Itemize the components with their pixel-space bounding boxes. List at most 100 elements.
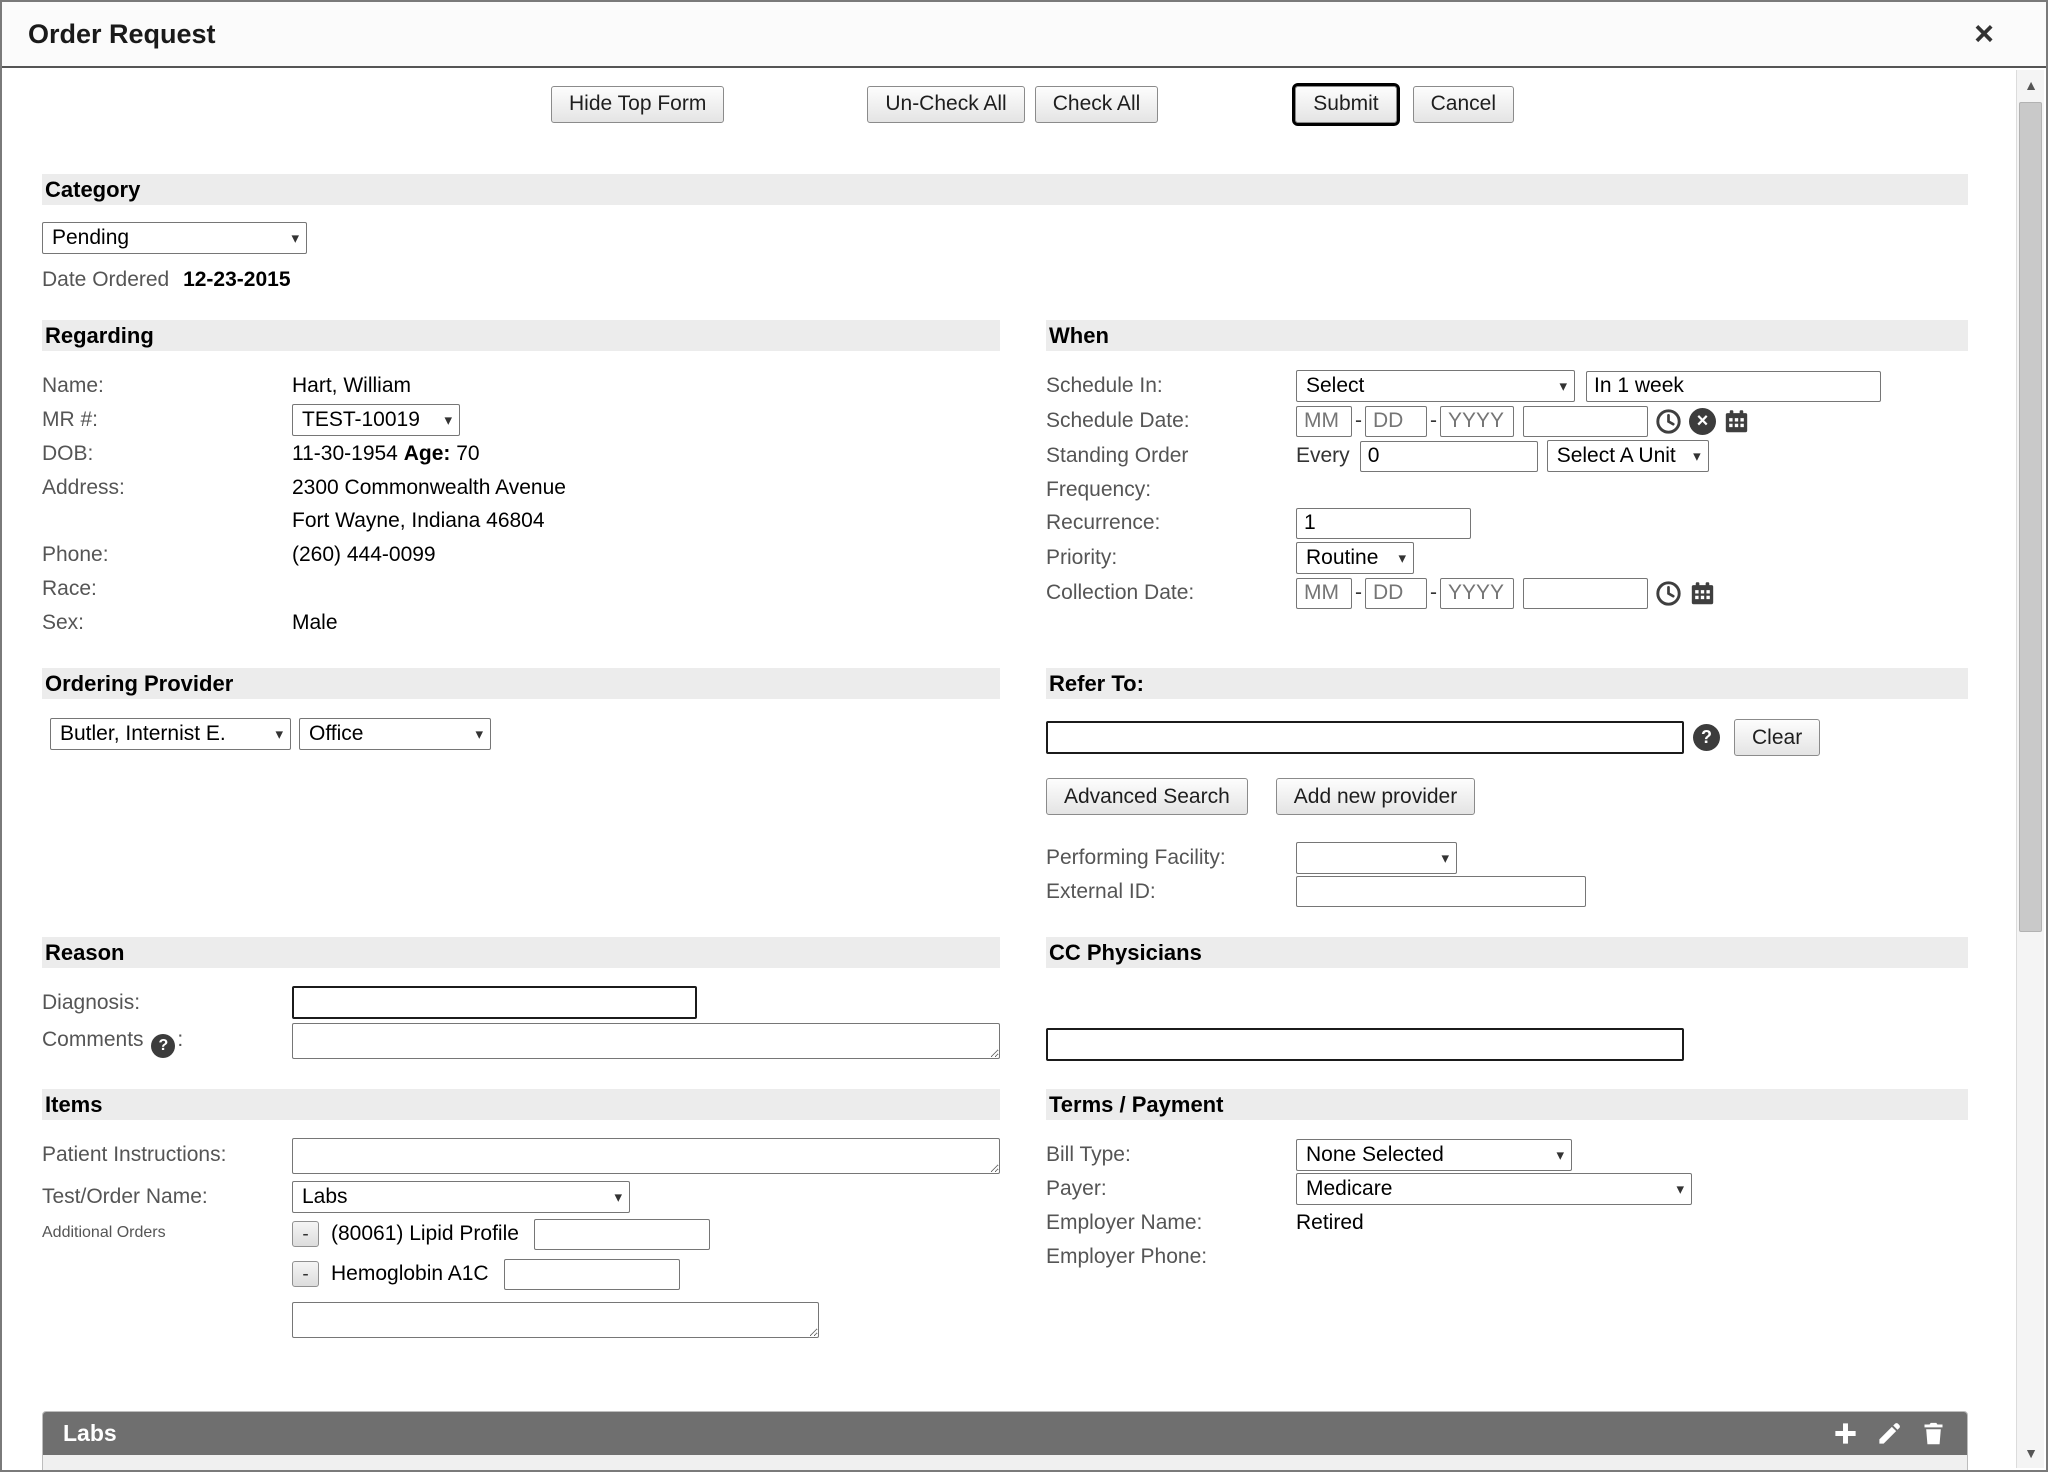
schedule-date-yyyy-input[interactable] (1440, 406, 1514, 437)
mr-select-value: TEST-10019 (302, 408, 420, 432)
employer-phone-label: Employer Phone: (1046, 1245, 1296, 1269)
schedule-date-label: Schedule Date: (1046, 409, 1296, 433)
comments-label: Comments ?: (42, 1023, 292, 1058)
regarding-header: Regarding (42, 320, 1000, 351)
patient-instructions-textarea[interactable] (292, 1138, 1000, 1174)
test-order-name-label: Test/Order Name: (42, 1185, 292, 1209)
priority-select[interactable]: Routine ▾ (1296, 542, 1414, 574)
collection-date-dd-input[interactable] (1365, 578, 1427, 609)
payer-select[interactable]: Medicare ▾ (1296, 1173, 1692, 1205)
provider-location-value: Office (309, 722, 363, 746)
provider-location-select[interactable]: Office ▾ (299, 718, 491, 750)
refer-to-header: Refer To: (1046, 668, 1968, 699)
bill-type-value: None Selected (1306, 1143, 1444, 1167)
payer-value: Medicare (1306, 1177, 1392, 1201)
schedule-in-select[interactable]: Select ▾ (1296, 370, 1575, 402)
bill-type-select[interactable]: None Selected ▾ (1296, 1139, 1572, 1171)
recurrence-input[interactable] (1296, 508, 1471, 539)
collection-date-label: Collection Date: (1046, 581, 1296, 605)
chevron-down-icon: ▾ (291, 229, 299, 247)
calendar-icon[interactable] (1723, 408, 1750, 435)
test-order-select[interactable]: Labs ▾ (292, 1181, 630, 1213)
check-all-button[interactable]: Check All (1035, 86, 1159, 123)
date-ordered-line: Date Ordered 12-23-2015 (42, 268, 1968, 292)
provider-select[interactable]: Butler, Internist E. ▾ (50, 718, 291, 750)
schedule-date-dd-input[interactable] (1365, 406, 1427, 437)
order-value-input[interactable] (534, 1219, 710, 1250)
vertical-scrollbar[interactable]: ▲ ▼ (2016, 70, 2044, 1468)
when-header: When (1046, 320, 1968, 351)
external-id-input[interactable] (1296, 876, 1586, 907)
help-icon[interactable]: ? (1693, 724, 1720, 751)
unit-select-value: Select A Unit (1557, 444, 1676, 468)
collection-date-yyyy-input[interactable] (1440, 578, 1514, 609)
chevron-down-icon: ▾ (444, 411, 452, 429)
scroll-up-icon[interactable]: ▲ (2017, 70, 2045, 100)
submit-button[interactable]: Submit (1295, 86, 1396, 123)
advanced-search-button[interactable]: Advanced Search (1046, 778, 1248, 815)
remove-order-button[interactable]: - (292, 1221, 319, 1247)
comments-textarea[interactable] (292, 1023, 1000, 1059)
delete-icon[interactable] (1920, 1420, 1947, 1447)
additional-orders-textarea[interactable] (292, 1302, 819, 1338)
schedule-in-text-input[interactable] (1586, 371, 1881, 402)
dob-label: DOB: (42, 442, 292, 466)
close-icon[interactable]: × (1968, 17, 2000, 51)
cancel-button[interactable]: Cancel (1413, 86, 1514, 123)
collection-date-mm-input[interactable] (1296, 578, 1352, 609)
labs-panel-title: Labs (63, 1420, 1832, 1447)
clear-date-icon[interactable]: × (1689, 408, 1716, 435)
every-input[interactable] (1360, 441, 1538, 472)
section-cc-physicians: CC Physicians (1046, 937, 1968, 1089)
page-title: Order Request (28, 19, 216, 50)
frequency-label: Frequency: (1046, 478, 1296, 502)
clear-button[interactable]: Clear (1734, 719, 1820, 756)
labs-panel: Labs Blood (42, 1411, 1968, 1472)
order-name: (80061) Lipid Profile (331, 1222, 519, 1246)
mr-select[interactable]: TEST-10019 ▾ (292, 404, 460, 436)
edit-icon[interactable] (1876, 1420, 1903, 1447)
collection-date-time-input[interactable] (1523, 578, 1648, 609)
unit-select[interactable]: Select A Unit ▾ (1547, 440, 1709, 472)
performing-facility-select[interactable]: ▾ (1296, 842, 1457, 874)
chevron-down-icon: ▾ (1441, 849, 1449, 867)
schedule-date-mm-input[interactable] (1296, 406, 1352, 437)
chevron-down-icon: ▾ (1693, 447, 1701, 465)
clock-icon[interactable] (1655, 580, 1682, 607)
priority-label: Priority: (1046, 546, 1296, 570)
refer-to-search-input[interactable] (1046, 721, 1684, 754)
phone-value: (260) 444-0099 (292, 543, 436, 567)
order-value-input[interactable] (504, 1259, 680, 1290)
titlebar: Order Request × (2, 2, 2046, 68)
add-icon[interactable] (1832, 1420, 1859, 1447)
remove-order-button[interactable]: - (292, 1261, 319, 1287)
diagnosis-input[interactable] (292, 986, 697, 1019)
cc-physicians-input[interactable] (1046, 1028, 1684, 1061)
section-when: When Schedule In: Select ▾ Schedule Date… (1046, 320, 1968, 668)
help-icon[interactable]: ? (151, 1034, 175, 1058)
scroll-down-icon[interactable]: ▼ (2017, 1438, 2045, 1468)
section-terms-payment: Terms / Payment Bill Type: None Selected… (1046, 1089, 1968, 1371)
chevron-down-icon: ▾ (1556, 1146, 1564, 1164)
scrollbar-thumb[interactable] (2019, 102, 2042, 932)
chevron-down-icon: ▾ (1676, 1180, 1684, 1198)
add-new-provider-button[interactable]: Add new provider (1276, 778, 1475, 815)
race-label: Race: (42, 577, 292, 601)
payer-label: Payer: (1046, 1177, 1296, 1201)
category-select[interactable]: Pending ▾ (42, 222, 307, 254)
clock-icon[interactable] (1655, 408, 1682, 435)
age-label: Age: (404, 442, 451, 465)
schedule-date-time-input[interactable] (1523, 406, 1648, 437)
items-header: Items (42, 1089, 1000, 1120)
address-label: Address: (42, 471, 292, 504)
chevron-down-icon: ▾ (614, 1188, 622, 1206)
category-select-value: Pending (52, 226, 129, 250)
name-label: Name: (42, 374, 292, 398)
patient-name: Hart, William (292, 374, 411, 398)
recurrence-label: Recurrence: (1046, 511, 1296, 535)
labs-panel-header: Labs (43, 1412, 1967, 1455)
calendar-icon[interactable] (1689, 580, 1716, 607)
hide-top-form-button[interactable]: Hide Top Form (551, 86, 724, 123)
uncheck-all-button[interactable]: Un-Check All (867, 86, 1024, 123)
chevron-down-icon: ▾ (1559, 377, 1567, 395)
